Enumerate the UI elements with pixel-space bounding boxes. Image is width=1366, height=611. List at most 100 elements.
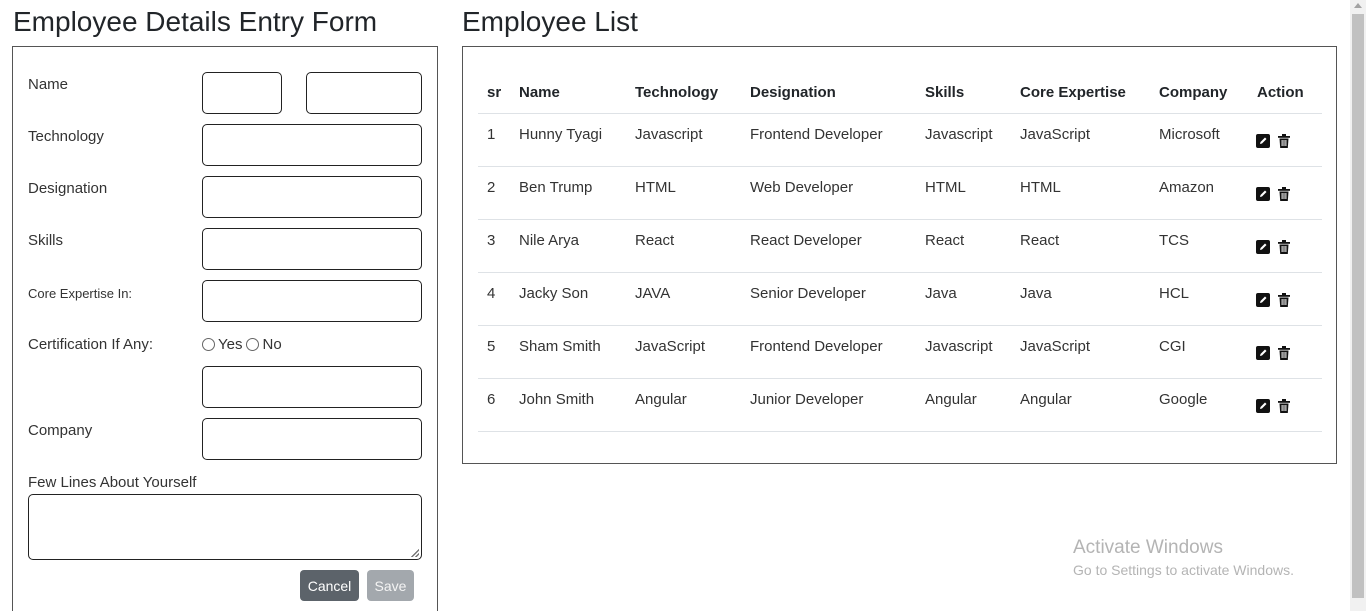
skills-label: Skills — [28, 232, 64, 249]
cell-sr: 2 — [487, 179, 496, 196]
company-label: Company — [28, 422, 93, 439]
skills-input[interactable] — [202, 228, 422, 270]
row-actions — [1256, 240, 1298, 254]
row-actions — [1256, 399, 1298, 413]
trash-icon[interactable] — [1278, 187, 1290, 201]
cell-company: Amazon — [1159, 179, 1215, 196]
row-actions — [1256, 293, 1298, 307]
cell-skills: Javascript — [925, 126, 993, 143]
cell-name: Sham Smith — [519, 338, 601, 355]
first-name-input[interactable] — [202, 72, 282, 114]
yes-radio[interactable] — [202, 338, 215, 351]
cell-skills: Javascript — [925, 338, 993, 355]
column-header: sr — [487, 84, 502, 101]
cell-technology: Angular — [635, 391, 687, 408]
cell-sr: 4 — [487, 285, 496, 302]
cell-company: CGI — [1159, 338, 1186, 355]
column-header: Company — [1159, 84, 1228, 101]
column-header: Technology — [635, 84, 719, 101]
edit-icon[interactable] — [1256, 134, 1270, 148]
cell-technology: React — [635, 232, 675, 249]
cell-core-expertise: JavaScript — [1020, 126, 1091, 143]
cell-company: TCS — [1159, 232, 1189, 249]
cell-core-expertise: Java — [1020, 285, 1052, 302]
certification-label: Certification If Any: — [28, 336, 154, 353]
table-row: 4 Jacky Son JAVA Senior Developer Java J… — [478, 273, 1322, 326]
row-actions — [1256, 346, 1298, 360]
cell-designation: Frontend Developer — [750, 338, 883, 355]
cell-skills: Angular — [925, 391, 977, 408]
company-input[interactable] — [202, 418, 422, 460]
scroll-up-arrow-icon[interactable] — [1354, 3, 1362, 8]
edit-icon[interactable] — [1256, 293, 1270, 307]
core-expertise-input[interactable] — [202, 280, 422, 322]
cell-technology: HTML — [635, 179, 676, 196]
no-radio-label: No — [262, 336, 282, 353]
resize-handle-icon[interactable] — [411, 549, 419, 557]
table-header: sr Name Technology Designation Skills Co… — [478, 75, 1322, 114]
cell-technology: JavaScript — [635, 338, 706, 355]
form-title: Employee Details Entry Form — [13, 6, 378, 37]
table-row: 5 Sham Smith JavaScript Frontend Develop… — [478, 326, 1322, 379]
certification-radio-group: Yes No — [202, 336, 286, 353]
cell-skills: HTML — [925, 179, 966, 196]
table-row: 3 Nile Arya React React Developer React … — [478, 220, 1322, 273]
cell-sr: 3 — [487, 232, 496, 249]
certification-input[interactable] — [202, 366, 422, 408]
employee-list-panel: sr Name Technology Designation Skills Co… — [462, 46, 1337, 464]
cell-designation: Frontend Developer — [750, 126, 883, 143]
employee-form: Name Technology Designation Skills Core … — [12, 46, 438, 611]
column-header: Name — [519, 84, 560, 101]
scrollbar-thumb[interactable] — [1352, 14, 1364, 598]
column-header: Core Expertise — [1020, 84, 1126, 101]
cell-technology: JAVA — [635, 285, 671, 302]
cell-core-expertise: JavaScript — [1020, 338, 1091, 355]
technology-label: Technology — [28, 128, 104, 145]
trash-icon[interactable] — [1278, 134, 1290, 148]
core-expertise-label: Core Expertise In: — [28, 286, 133, 301]
cell-company: Microsoft — [1159, 126, 1220, 143]
save-button[interactable]: Save — [367, 570, 414, 601]
cell-skills: Java — [925, 285, 957, 302]
last-name-input[interactable] — [306, 72, 422, 114]
cell-technology: Javascript — [635, 126, 703, 143]
cell-sr: 1 — [487, 126, 496, 143]
designation-input[interactable] — [202, 176, 422, 218]
row-actions — [1256, 134, 1298, 148]
technology-input[interactable] — [202, 124, 422, 166]
trash-icon[interactable] — [1278, 346, 1290, 360]
edit-icon[interactable] — [1256, 187, 1270, 201]
cell-company: HCL — [1159, 285, 1190, 302]
trash-icon[interactable] — [1278, 399, 1290, 413]
edit-icon[interactable] — [1256, 346, 1270, 360]
cell-designation: React Developer — [750, 232, 862, 249]
cell-designation: Junior Developer — [750, 391, 864, 408]
vertical-scrollbar[interactable] — [1350, 0, 1366, 611]
cell-name: Hunny Tyagi — [519, 126, 603, 143]
cell-sr: 6 — [487, 391, 496, 408]
designation-label: Designation — [28, 180, 108, 197]
table-row: 6 John Smith Angular Junior Developer An… — [478, 379, 1322, 432]
cell-core-expertise: React — [1020, 232, 1060, 249]
yes-radio-label: Yes — [218, 336, 243, 353]
edit-icon[interactable] — [1256, 240, 1270, 254]
cell-name: John Smith — [519, 391, 595, 408]
column-header: Designation — [750, 84, 836, 101]
cancel-button[interactable]: Cancel — [300, 570, 359, 601]
cell-company: Google — [1159, 391, 1208, 408]
table-row: 2 Ben Trump HTML Web Developer HTML HTML… — [478, 167, 1322, 220]
about-label: Few Lines About Yourself — [28, 474, 197, 491]
column-header: Action — [1257, 84, 1304, 101]
cell-name: Ben Trump — [519, 179, 593, 196]
trash-icon[interactable] — [1278, 293, 1290, 307]
cell-designation: Web Developer — [750, 179, 854, 196]
about-textarea[interactable] — [28, 494, 422, 560]
trash-icon[interactable] — [1278, 240, 1290, 254]
name-label: Name — [28, 76, 69, 93]
cell-designation: Senior Developer — [750, 285, 866, 302]
row-actions — [1256, 187, 1298, 201]
cell-sr: 5 — [487, 338, 496, 355]
edit-icon[interactable] — [1256, 399, 1270, 413]
no-radio[interactable] — [246, 338, 260, 351]
table-row: 1 Hunny Tyagi Javascript Frontend Develo… — [478, 114, 1322, 167]
